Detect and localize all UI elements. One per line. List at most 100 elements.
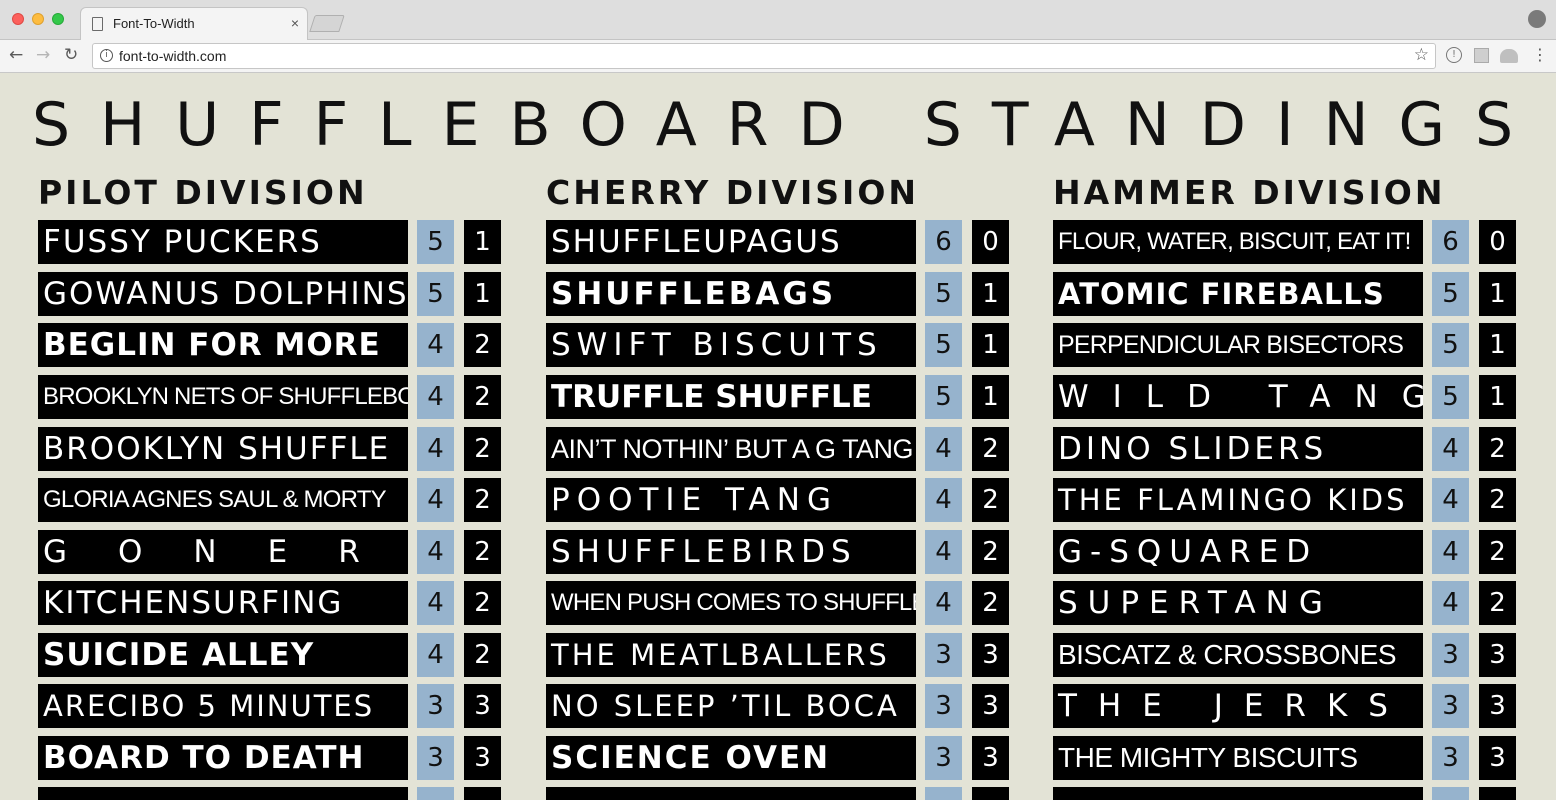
tab-font-to-width[interactable]: Font-To-Width × xyxy=(80,7,308,41)
team-name: GOWANUS DOLPHINS xyxy=(38,272,408,316)
reload-icon[interactable]: ↻ xyxy=(64,45,78,65)
standings-row: ARECIBO 5 MINUTES 3 3 xyxy=(38,684,502,728)
wins-count: 5 xyxy=(1432,323,1469,367)
back-arrow-icon[interactable]: ← xyxy=(9,45,23,65)
wins-count: 3 xyxy=(1432,633,1469,677)
wins-count: 3 xyxy=(925,736,962,780)
page-content: SHUFFLEBOARD STANDINGS PILOT DIVISION FU… xyxy=(0,74,1556,800)
standings-row: SUPERTANG 4 2 xyxy=(1053,581,1517,625)
team-name: SWIFT BISCUITS xyxy=(546,323,916,367)
profile-icon[interactable] xyxy=(1528,10,1546,28)
team-name: THE MIGHTY BISCUITS xyxy=(1053,736,1423,780)
zoom-window-button[interactable] xyxy=(52,13,64,25)
extension-grid-icon[interactable] xyxy=(1474,48,1489,63)
standings-row: BISCATZ & CROSSBONES 3 3 xyxy=(1053,633,1517,677)
wins-count: 6 xyxy=(1432,220,1469,264)
wins-count: 5 xyxy=(417,220,454,264)
forward-arrow-icon[interactable]: → xyxy=(36,45,50,65)
wins-count: 4 xyxy=(417,478,454,522)
browser-menu-icon[interactable]: ⋮ xyxy=(1532,46,1548,64)
standings-row: BROOKLYN NETS OF SHUFFLEBOARD42 xyxy=(38,375,502,419)
losses-count xyxy=(464,787,501,800)
extension-cloud-icon[interactable] xyxy=(1500,49,1518,63)
bookmark-star-icon[interactable]: ☆ xyxy=(1414,45,1429,65)
standings-row: GOWANUS DOLPHINS 5 1 xyxy=(38,272,502,316)
team-name xyxy=(38,787,408,800)
standings-row: PERPENDICULAR BISECTORS 5 1 xyxy=(1053,323,1517,367)
team-name xyxy=(1053,787,1423,800)
team-name: THE MEATLBALLERS xyxy=(546,633,916,677)
standings-row: DINO SLIDERS 4 2 xyxy=(1053,427,1517,471)
url-text[interactable]: font-to-width.com xyxy=(119,48,226,64)
standings-row: SWIFT BISCUITS 5 1 xyxy=(546,323,1010,367)
losses-count: 3 xyxy=(464,684,501,728)
team-name: SHUFFLEBAGS xyxy=(546,272,916,316)
standings-row: GLORIA AGNES SAUL & MORTY 4 2 xyxy=(38,478,502,522)
team-name: TRUFFLE SHUFFLE xyxy=(546,375,916,419)
wins-count: 5 xyxy=(925,323,962,367)
extension-alert-icon[interactable]: ! xyxy=(1446,47,1462,63)
team-name: SHUFFLEUPAGUS xyxy=(546,220,916,264)
standings-row: THE MIGHTY BISCUITS 3 3 xyxy=(1053,736,1517,780)
wins-count: 3 xyxy=(925,684,962,728)
team-name: POOTIE TANG xyxy=(546,478,916,522)
team-name: DINO SLIDERS xyxy=(1053,427,1423,471)
browser-toolbar: ← → ↻ i font-to-width.com ☆ ! ⋮ xyxy=(0,40,1556,73)
losses-count: 2 xyxy=(1479,530,1516,574)
losses-count xyxy=(1479,787,1516,800)
losses-count: 1 xyxy=(972,323,1009,367)
close-window-button[interactable] xyxy=(12,13,24,25)
team-name: SCIENCE OVEN xyxy=(546,736,916,780)
wins-count: 4 xyxy=(1432,530,1469,574)
standings-row: WILD TANG 5 1 xyxy=(1053,375,1517,419)
losses-count: 2 xyxy=(1479,478,1516,522)
team-name: GLORIA AGNES SAUL & MORTY xyxy=(38,478,408,522)
losses-count: 3 xyxy=(972,736,1009,780)
wins-count: 3 xyxy=(417,684,454,728)
wins-count: 4 xyxy=(925,581,962,625)
standings-row: SHUFFLEBIRDS 4 2 xyxy=(546,530,1010,574)
standings-row: GONER 4 2 xyxy=(38,530,502,574)
standings-row-partial xyxy=(1053,787,1517,800)
wins-count: 4 xyxy=(417,375,454,419)
losses-count: 2 xyxy=(464,478,501,522)
tab-title: Font-To-Width xyxy=(113,16,195,31)
standings-row: THE FLAMINGO KIDS 4 2 xyxy=(1053,478,1517,522)
losses-count: 2 xyxy=(464,375,501,419)
losses-count: 2 xyxy=(464,530,501,574)
wins-count xyxy=(925,787,962,800)
standings-row-partial xyxy=(38,787,502,800)
losses-count: 1 xyxy=(972,375,1009,419)
standings-row: BEGLIN FOR MORE 4 2 xyxy=(38,323,502,367)
site-info-icon[interactable]: i xyxy=(100,49,113,62)
team-name: FUSSY PUCKERS xyxy=(38,220,408,264)
standings-row: TRUFFLE SHUFFLE 5 1 xyxy=(546,375,1010,419)
standings-row: SHUFFLEUPAGUS 6 0 xyxy=(546,220,1010,264)
standings-row: THE JERKS 3 3 xyxy=(1053,684,1517,728)
losses-count: 0 xyxy=(972,220,1009,264)
address-bar[interactable]: i font-to-width.com ☆ xyxy=(92,43,1436,69)
tab-close-icon[interactable]: × xyxy=(291,14,299,32)
team-name: WILD TANG xyxy=(1053,375,1423,419)
minimize-window-button[interactable] xyxy=(32,13,44,25)
losses-count: 2 xyxy=(464,633,501,677)
page-title: SHUFFLEBOARD STANDINGS xyxy=(32,90,1544,160)
losses-count: 2 xyxy=(464,427,501,471)
standings-row: THE MEATLBALLERS 3 3 xyxy=(546,633,1010,677)
new-tab-button[interactable] xyxy=(309,15,345,32)
wins-count: 3 xyxy=(1432,736,1469,780)
losses-count: 1 xyxy=(1479,375,1516,419)
wins-count: 3 xyxy=(925,633,962,677)
losses-count: 1 xyxy=(972,272,1009,316)
losses-count: 2 xyxy=(972,427,1009,471)
team-name: PERPENDICULAR BISECTORS xyxy=(1053,323,1423,367)
losses-count: 0 xyxy=(1479,220,1516,264)
team-name: THE JERKS xyxy=(1053,684,1423,728)
standings-row: WHEN PUSH COMES TO SHUFFLE 4 2 xyxy=(546,581,1010,625)
team-name xyxy=(546,787,916,800)
wins-count: 5 xyxy=(417,272,454,316)
cherry-division: CHERRY DIVISION SHUFFLEUPAGUS 6 0 SHUFFLEB… xyxy=(546,172,1010,800)
losses-count: 1 xyxy=(1479,323,1516,367)
losses-count: 2 xyxy=(1479,581,1516,625)
standings-row: ATOMIC FIREBALLS 5 1 xyxy=(1053,272,1517,316)
